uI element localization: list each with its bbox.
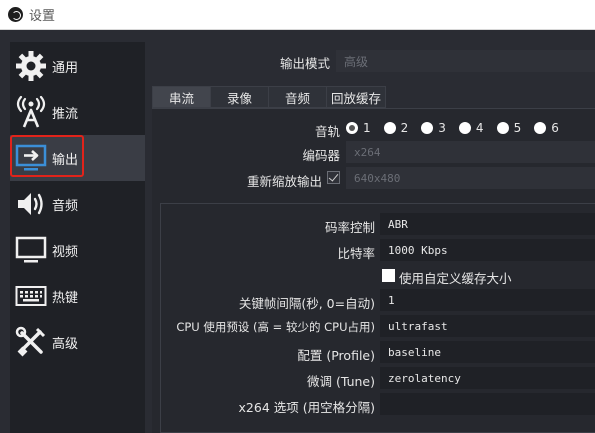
sidebar-item-label: 音频: [52, 198, 79, 214]
sidebar-item-stream[interactable]: 推流: [10, 89, 145, 135]
tools-icon: [14, 325, 48, 359]
rescale-output-checkbox[interactable]: [327, 171, 340, 184]
track-radio-3[interactable]: 3: [421, 121, 446, 135]
broadcast-antenna-icon: [14, 95, 48, 129]
sidebar-item-advanced[interactable]: 高级: [10, 319, 145, 365]
tab-label: 回放缓存: [331, 90, 382, 106]
monitor-icon: [14, 233, 48, 267]
keyframe-interval-label: 关键帧间隔(秒, 0=自动): [238, 296, 375, 311]
tab-replay-buffer[interactable]: 回放缓存: [326, 86, 387, 108]
output-mode-label: 输出模式: [279, 56, 330, 71]
bitrate-label: 比特率: [337, 246, 375, 261]
audio-track-label: 音轨: [314, 124, 340, 139]
tab-recording[interactable]: 录像: [210, 86, 270, 108]
window-title: 设置: [29, 9, 56, 24]
x264-options-input[interactable]: [380, 393, 595, 415]
track-radio-1[interactable]: 1: [346, 121, 371, 135]
sidebar-item-label: 高级: [52, 336, 79, 352]
profile-value: baseline: [388, 345, 441, 359]
sidebar-item-hotkeys[interactable]: 热键: [10, 273, 145, 319]
sidebar-item-label: 视频: [52, 244, 79, 260]
bitrate-spinbox[interactable]: 1000 Kbps: [380, 239, 595, 261]
rate-control-label: 码率控制: [324, 220, 375, 235]
tab-label: 音频: [285, 90, 311, 106]
speaker-icon: [14, 187, 48, 221]
selection-highlight-box: [10, 135, 84, 177]
custom-buffer-checkbox[interactable]: [382, 269, 395, 282]
keyframe-interval-spinbox[interactable]: 1: [380, 289, 595, 311]
sidebar-item-audio[interactable]: 音频: [10, 181, 145, 227]
track-number: 5: [513, 121, 522, 135]
tune-value: zerolatency: [388, 371, 461, 385]
output-settings-panel: 输出模式 高级 串流 录像 音频 回放缓存 音轨 1 2 3 4 5 6 编码器…: [145, 42, 595, 433]
cpu-preset-value: ultrafast: [388, 319, 448, 333]
profile-select[interactable]: baseline: [380, 341, 595, 363]
gear-icon: [14, 49, 48, 83]
tab-label: 串流: [169, 90, 195, 106]
output-mode-value: 高级: [344, 54, 369, 69]
obs-logo-icon: [8, 7, 23, 22]
tune-select[interactable]: zerolatency: [380, 367, 595, 389]
track-radio-5[interactable]: 5: [496, 121, 522, 135]
settings-sidebar: 通用 推流 输出 音频 视频 热键 高级: [10, 42, 145, 433]
bitrate-value: 1000 Kbps: [388, 243, 448, 257]
title-bar: 设置: [0, 0, 595, 30]
rate-control-select[interactable]: ABR: [380, 213, 595, 235]
sidebar-item-video[interactable]: 视频: [10, 227, 145, 273]
x264-options-label: x264 选项 (用空格分隔): [238, 400, 375, 415]
track-number: 1: [363, 121, 371, 135]
track-radio-4[interactable]: 4: [458, 121, 484, 135]
audio-track-radio-group: 1 2 3 4 5 6: [346, 121, 572, 135]
encoder-value: x264: [354, 145, 381, 159]
cpu-preset-select[interactable]: ultrafast: [380, 315, 595, 337]
radio-dot: [458, 122, 471, 134]
track-radio-6[interactable]: 6: [534, 121, 559, 135]
sidebar-item-label: 热键: [52, 290, 79, 306]
sidebar-item-label: 通用: [52, 60, 79, 76]
profile-label: 配置 (Profile): [297, 348, 375, 363]
tab-audio[interactable]: 音频: [268, 86, 328, 108]
sidebar-item-label: 推流: [52, 106, 79, 122]
radio-dot: [534, 122, 547, 134]
encoder-select[interactable]: x264: [346, 141, 595, 163]
radio-dot: [421, 122, 434, 134]
tune-label: 微调 (Tune): [307, 374, 375, 389]
radio-dot: [496, 122, 509, 134]
encoder-label: 编码器: [302, 148, 340, 163]
rate-control-value: ABR: [388, 217, 408, 231]
keyboard-icon: [14, 279, 48, 313]
keyframe-interval-value: 1: [388, 293, 395, 307]
radio-dot: [383, 122, 396, 134]
track-number: 4: [475, 121, 484, 135]
settings-window: 通用 推流 输出 音频 视频 热键 高级 输出模式 高级 串流 录像 音频 回放…: [0, 30, 595, 433]
tab-label: 录像: [227, 90, 253, 106]
track-number: 6: [551, 121, 559, 135]
track-number: 2: [400, 121, 409, 135]
tab-streaming[interactable]: 串流: [152, 86, 212, 108]
rescale-resolution-select[interactable]: 640x480: [346, 167, 595, 189]
sidebar-item-general[interactable]: 通用: [10, 43, 145, 89]
radio-dot: [346, 122, 358, 134]
output-tabs: 串流 录像 音频 回放缓存: [152, 86, 387, 108]
track-number: 3: [438, 121, 446, 135]
output-mode-select[interactable]: 高级: [336, 50, 595, 72]
cpu-preset-label: CPU 使用预设 (高 = 较少的 CPU占用): [176, 320, 375, 334]
rescale-output-label: 重新缩放输出: [246, 174, 322, 189]
custom-buffer-label[interactable]: 使用自定义缓存大小: [399, 268, 512, 287]
rescale-resolution-value: 640x480: [354, 171, 401, 185]
track-radio-2[interactable]: 2: [383, 121, 409, 135]
